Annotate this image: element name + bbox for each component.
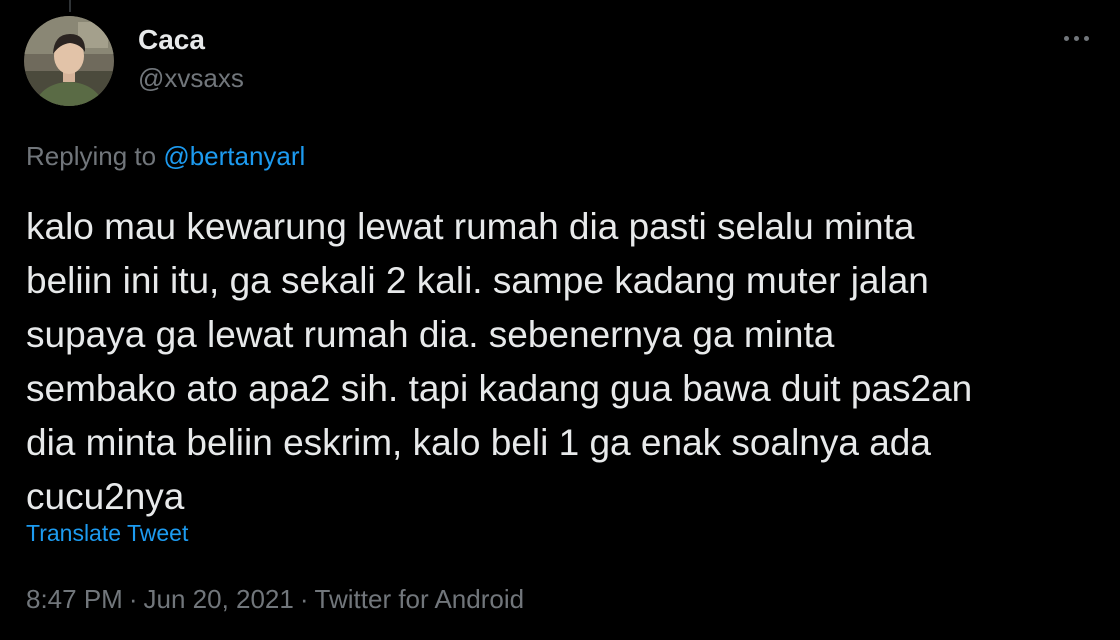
tweet-text: kalo mau kewarung lewat rumah dia pasti … [26,206,973,517]
more-horizontal-icon-dot [1083,35,1089,41]
meta-separator: · [299,584,309,614]
replying-to-label: Replying to [26,141,157,171]
avatar-image [24,16,114,106]
more-horizontal-icon [1063,35,1069,41]
author-name[interactable]: Caca [138,24,205,56]
more-horizontal-icon-dot [1073,35,1079,41]
author-handle[interactable]: @xvsaxs [138,62,244,94]
meta-separator: · [128,584,138,614]
replying-to-mention-link[interactable]: @bertanyarl [163,141,305,171]
tweet-time[interactable]: 8:47 PM [26,584,123,614]
translate-tweet-link[interactable]: Translate Tweet [26,518,188,548]
replying-to-line: Replying to @bertanyarl [26,140,305,172]
avatar[interactable] [24,16,114,106]
more-options-button[interactable] [1054,20,1098,56]
tweet-metadata: 8:47 PM · Jun 20, 2021 · Twitter for Android [26,582,524,616]
tweet-date[interactable]: Jun 20, 2021 [144,584,294,614]
thread-connector-line [69,0,71,12]
tweet-source[interactable]: Twitter for Android [315,584,525,614]
